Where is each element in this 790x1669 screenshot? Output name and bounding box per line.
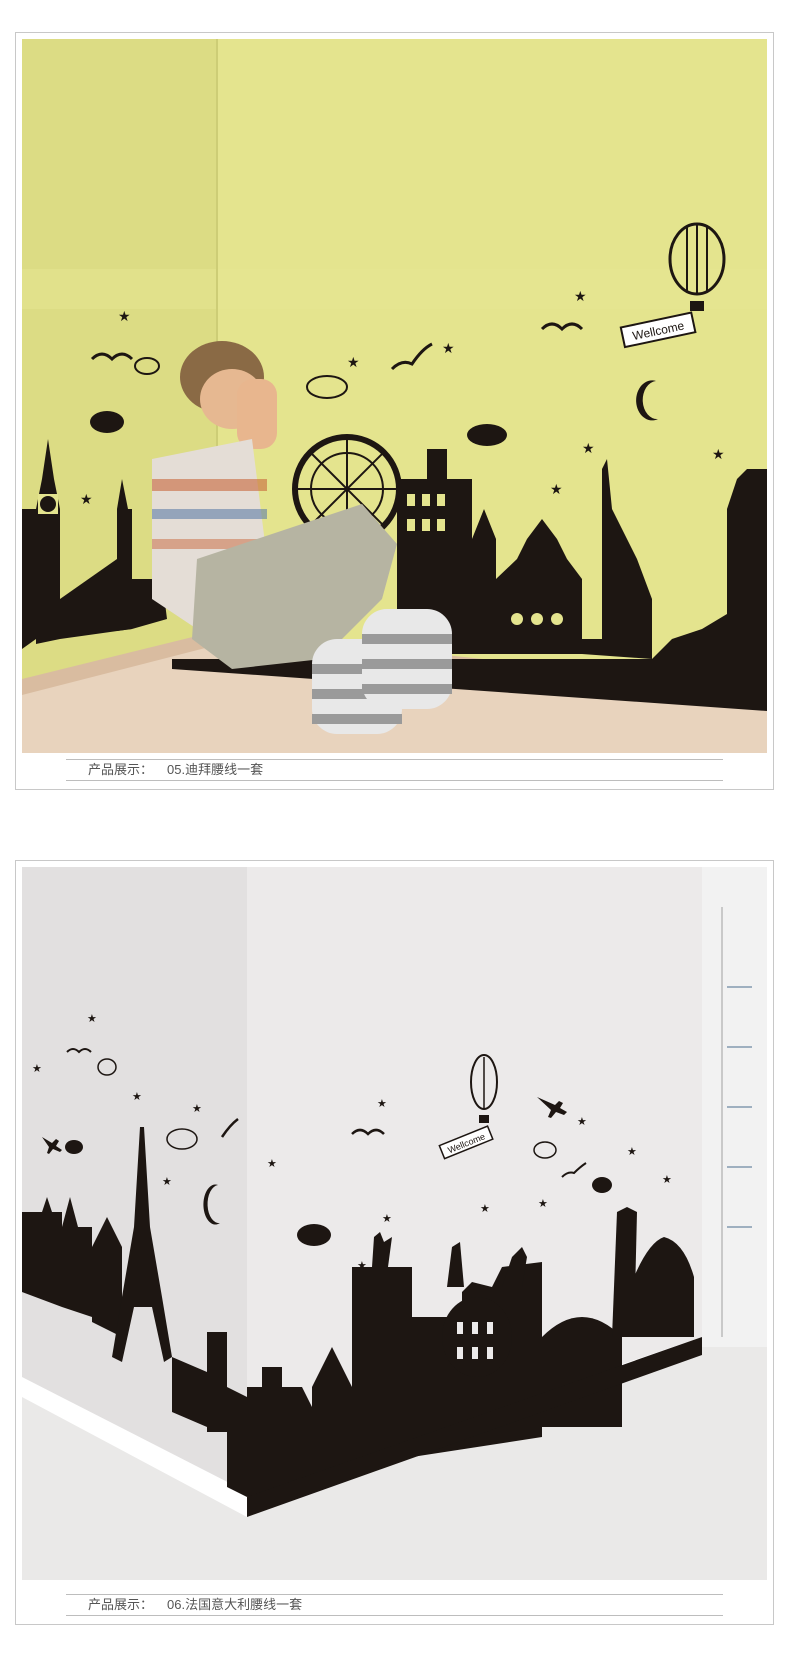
star-icon: ★ [118,309,131,325]
star-icon: ★ [162,1175,172,1188]
star-icon: ★ [377,1097,387,1110]
caption-label: 产品展示： [88,1597,154,1612]
france-italy-decal-scene: Wellcome ★ ★ ★ ★ ★ ★ ★ ★ ★ ★ ★ ★ ★ ★ [22,867,767,1580]
caption-label: 产品展示： [88,762,154,777]
product-card-france-italy: Wellcome ★ ★ ★ ★ ★ ★ ★ ★ ★ ★ ★ ★ ★ ★ 产品展… [15,860,774,1625]
caption-value: 06.法国意大利腰线一套 [167,1597,303,1612]
star-icon: ★ [357,1259,367,1272]
cloud-icon [467,424,507,446]
cloud-icon [90,411,124,433]
cloud-icon [65,1140,83,1154]
cloud-icon [592,1177,612,1193]
star-icon: ★ [267,1157,277,1170]
star-icon: ★ [538,1197,548,1210]
product-photo-dubai: Wellcome ★ ★ ★ ★ ★ ★ ★ ★ [22,39,767,753]
product-photo-france-italy: Wellcome ★ ★ ★ ★ ★ ★ ★ ★ ★ ★ ★ ★ ★ ★ [22,867,767,1580]
colosseum [442,1297,512,1377]
star-icon: ★ [442,341,455,357]
product-caption: 产品展示： 06.法国意大利腰线一套 [66,1594,723,1616]
star-icon: ★ [192,1102,202,1115]
product-card-dubai: Wellcome ★ ★ ★ ★ ★ ★ ★ ★ 产品展示： 05.迪拜腰线一套 [15,32,774,790]
star-icon: ★ [132,1090,142,1103]
star-icon: ★ [577,1115,587,1128]
star-icon: ★ [32,1062,42,1075]
star-icon: ★ [480,1202,490,1215]
caption-value: 05.迪拜腰线一套 [167,762,264,777]
star-icon: ★ [712,447,725,463]
star-icon: ★ [582,441,595,457]
star-icon: ★ [80,492,93,508]
cloud-icon [297,1224,331,1246]
star-icon: ★ [662,1173,672,1186]
star-icon: ★ [550,482,563,498]
star-icon: ★ [574,289,587,305]
star-icon: ★ [627,1145,637,1158]
star-icon: ★ [382,1212,392,1225]
dubai-decal-scene: Wellcome ★ ★ ★ ★ ★ ★ ★ ★ [22,39,767,753]
star-icon: ★ [347,355,360,371]
product-caption: 产品展示： 05.迪拜腰线一套 [66,759,723,781]
star-icon: ★ [87,1012,97,1025]
